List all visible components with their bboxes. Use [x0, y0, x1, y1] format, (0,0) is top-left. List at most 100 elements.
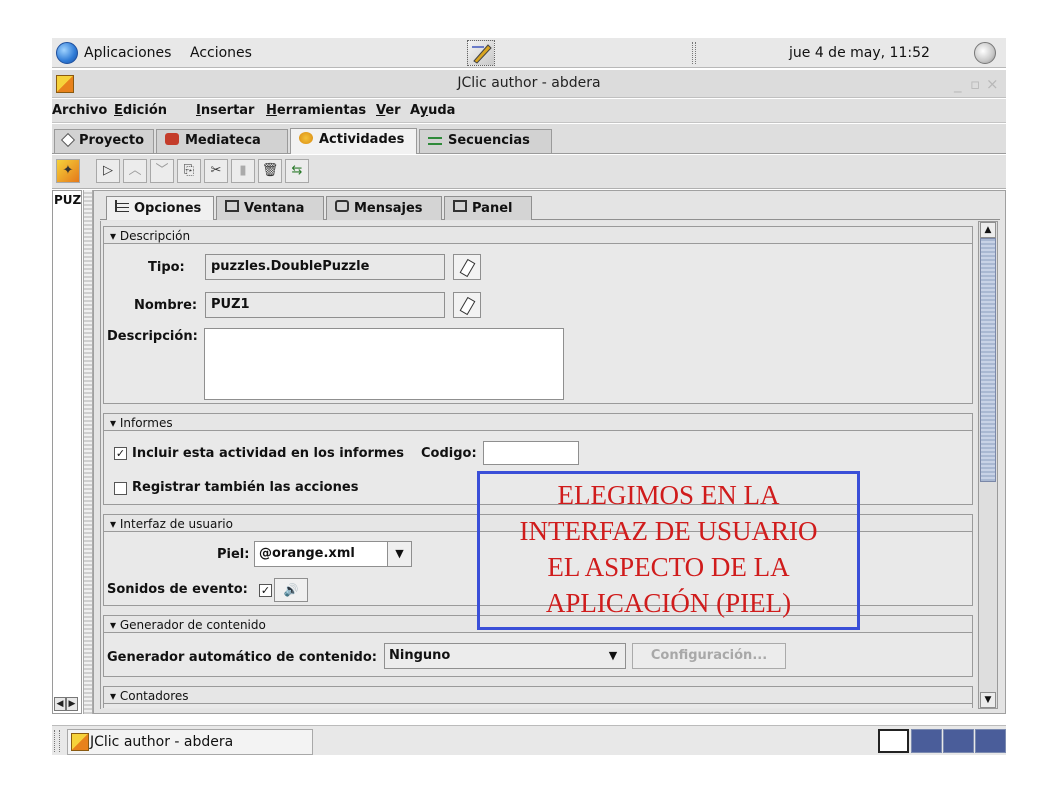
menu-archivo[interactable]: Archivo	[52, 103, 107, 118]
menu-ver[interactable]: Ver	[376, 103, 401, 118]
close-icon[interactable]: ×	[986, 75, 999, 93]
chevron-down-icon[interactable]: ▼	[387, 542, 411, 566]
section-header-contadores[interactable]: ▾ Contadores	[104, 687, 972, 704]
paste-icon[interactable]: ▮	[231, 159, 255, 183]
edit-tipo-icon[interactable]	[453, 254, 481, 280]
section-title: Descripción	[119, 229, 191, 243]
play-icon[interactable]: ▷	[96, 159, 120, 183]
edit-nombre-icon[interactable]	[453, 292, 481, 318]
tab-label: Secuencias	[448, 133, 530, 148]
tab-ventana[interactable]: Ventana	[216, 196, 324, 220]
menu-ayuda[interactable]: Ayuda	[410, 103, 455, 118]
section-title: Generador de contenido	[119, 618, 266, 632]
cut-icon[interactable]: ✂	[204, 159, 228, 183]
menu-aplicaciones[interactable]: Aplicaciones	[84, 45, 171, 61]
maximize-icon[interactable]: ▫	[970, 75, 980, 93]
activity-list[interactable]: PUZ	[52, 190, 82, 714]
logout-icon[interactable]	[974, 42, 996, 64]
window-titlebar[interactable]: JClic author - abdera _ ▫ ×	[52, 70, 1006, 98]
taskbar-handle[interactable]	[54, 730, 60, 752]
nombre-field: PUZ1	[205, 292, 445, 318]
delete-icon[interactable]: 🗑	[258, 159, 282, 183]
list-item[interactable]: PUZ	[54, 193, 81, 207]
generador-label: Generador automático de contenido:	[107, 650, 377, 665]
workspace-1[interactable]	[878, 729, 909, 753]
jclic-app-icon	[71, 733, 89, 751]
codigo-input[interactable]	[483, 441, 579, 465]
annotation-line: INTERFAZ DE USUARIO	[519, 516, 818, 546]
menu-herramientas[interactable]: Herramientas	[266, 103, 366, 118]
tab-label: Ventana	[244, 201, 305, 216]
taskbar-window-button[interactable]: JClic author - abdera	[67, 729, 313, 755]
annotation-line: APLICACIÓN (PIEL)	[545, 588, 792, 618]
move-up-icon[interactable]: ︿	[123, 159, 147, 183]
speaker-icon[interactable]: 🔊	[274, 578, 308, 602]
tab-actividades[interactable]: Actividades	[290, 128, 417, 154]
configuracion-button[interactable]: Configuración...	[632, 643, 786, 669]
scroll-left-icon[interactable]: ◀	[54, 697, 66, 711]
piel-select[interactable]: @orange.xml ▼	[254, 541, 412, 567]
workspace-4[interactable]	[975, 729, 1006, 753]
tab-label: Proyecto	[79, 133, 145, 148]
menu-edicion[interactable]: Edición	[114, 103, 167, 118]
options-icon	[115, 200, 129, 212]
section-title: Contadores	[119, 689, 189, 703]
scroll-down-icon[interactable]: ▼	[980, 692, 996, 708]
incluir-checkbox[interactable]: ✓	[114, 447, 127, 460]
section-contadores: ▾ Contadores	[103, 686, 973, 708]
section-header-informes[interactable]: ▾ Informes	[104, 414, 972, 431]
tab-secuencias[interactable]: Secuencias	[419, 129, 552, 153]
split-divider[interactable]	[83, 190, 93, 714]
tab-panel[interactable]: Panel	[444, 196, 532, 220]
move-down-icon[interactable]: ﹀	[150, 159, 174, 183]
menubar: Archivo Edición Insertar Herramientas Ve…	[52, 99, 1006, 123]
chevron-down-icon[interactable]: ▼	[601, 644, 625, 668]
annotation-line: EL ASPECTO DE LA	[547, 552, 790, 582]
activities-icon	[299, 132, 313, 144]
minimize-icon[interactable]: _	[954, 75, 962, 93]
tab-label: Opciones	[134, 201, 202, 216]
menu-acciones[interactable]: Acciones	[190, 45, 252, 61]
workspace-2[interactable]	[911, 729, 942, 753]
random-icon[interactable]: ⇆	[285, 159, 309, 183]
sequences-icon	[428, 137, 442, 145]
section-header-descripcion[interactable]: ▾ Descripción	[104, 227, 972, 244]
panel-icon	[453, 200, 467, 212]
descripcion-textarea[interactable]	[204, 328, 564, 400]
tab-label: Panel	[472, 201, 513, 216]
note-launcher-icon[interactable]	[467, 40, 495, 66]
gnome-foot-icon[interactable]	[56, 42, 78, 64]
descripcion-label: Descripción:	[107, 329, 198, 344]
tab-mediateca[interactable]: Mediateca	[156, 129, 288, 153]
tab-proyecto[interactable]: Proyecto	[54, 129, 154, 153]
tipo-field: puzzles.DoublePuzzle	[205, 254, 445, 280]
registrar-checkbox[interactable]	[114, 482, 127, 495]
generador-select[interactable]: Ninguno ▼	[384, 643, 626, 669]
piel-label: Piel:	[217, 547, 250, 562]
window-title: JClic author - abdera	[457, 75, 601, 91]
sonidos-label: Sonidos de evento:	[107, 582, 248, 597]
codigo-label: Codigo:	[421, 446, 477, 461]
clock[interactable]: jue 4 de may, 11:52	[789, 45, 930, 61]
new-activity-icon[interactable]: ✦	[56, 159, 80, 183]
tab-label: Mensajes	[354, 201, 423, 216]
menu-insertar[interactable]: Insertar	[196, 103, 254, 118]
tab-mensajes[interactable]: Mensajes	[326, 196, 442, 220]
copy-icon[interactable]: ⎘	[177, 159, 201, 183]
media-library-icon	[165, 133, 179, 145]
section-descripcion: ▾ Descripción Tipo: puzzles.DoublePuzzle…	[103, 226, 973, 404]
messages-icon	[335, 200, 349, 212]
annotation-line: ELEGIMOS EN LA	[557, 480, 780, 510]
incluir-label: Incluir esta actividad en los informes	[132, 446, 405, 461]
tab-opciones[interactable]: Opciones	[106, 196, 214, 220]
scroll-up-icon[interactable]: ▲	[980, 222, 996, 238]
workspace-3[interactable]	[943, 729, 974, 753]
piel-value: @orange.xml	[259, 546, 355, 561]
nombre-label: Nombre:	[134, 298, 198, 313]
main-tabs: Proyecto Mediateca Actividades Secuencia…	[52, 124, 1006, 154]
scrollbar-thumb[interactable]	[980, 238, 996, 482]
tab-label: Actividades	[319, 132, 405, 147]
sonidos-checkbox[interactable]: ✓	[259, 584, 272, 597]
scroll-right-icon[interactable]: ▶	[66, 697, 78, 711]
editor-tabs: Opciones Ventana Mensajes Panel	[100, 196, 1000, 220]
